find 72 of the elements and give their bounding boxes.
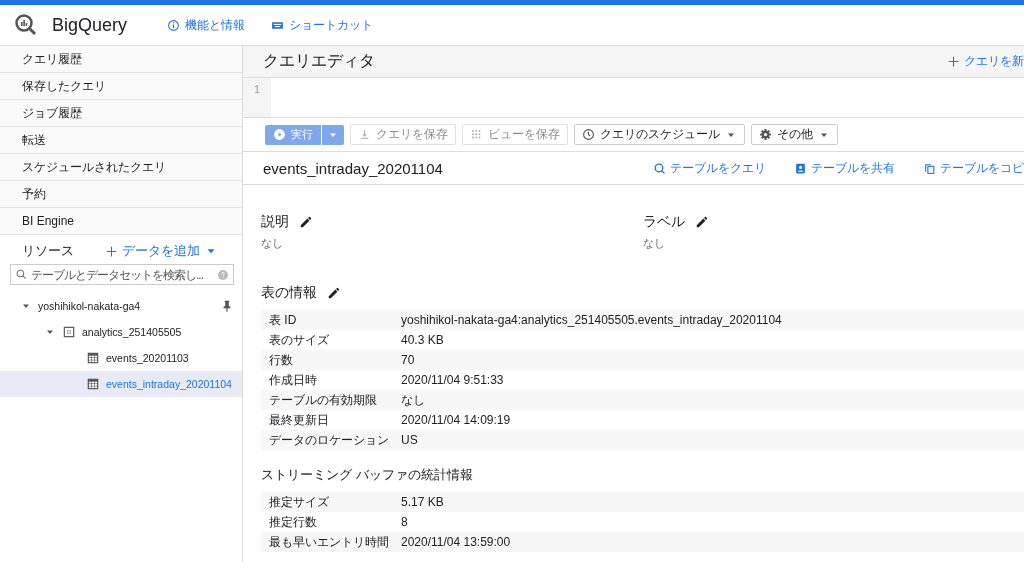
row-label: 最も早いエントリ時間 — [269, 533, 390, 551]
new-query-button[interactable]: クエリを新 — [947, 53, 1024, 70]
row-label: 作成日時 — [269, 371, 318, 389]
row-value: 40.3 KB — [401, 333, 444, 347]
edit-icon — [327, 286, 341, 300]
search-field[interactable]: テーブルとデータセットを検索し... — [10, 264, 234, 285]
bigquery-logo-icon — [14, 13, 38, 37]
row-value: 8 — [401, 515, 408, 529]
section-title: リソース — [22, 242, 74, 260]
row-value: 2020/11/04 9:51:33 — [401, 373, 504, 387]
nav-item[interactable]: クエリ履歴 — [0, 46, 242, 73]
row-label: 最終更新日 — [269, 411, 330, 429]
field-title: 説明 — [261, 213, 289, 231]
nav-item[interactable]: 転送 — [0, 127, 242, 154]
settings-icon — [759, 128, 772, 141]
row-value: なし — [401, 391, 425, 409]
row-value: US — [401, 433, 418, 447]
section-title: ストリーミング バッファの統計情報 — [261, 466, 473, 484]
table-icon — [86, 351, 100, 365]
section-title: 表の情報 — [261, 284, 317, 302]
add-data-button[interactable]: データを追加 — [105, 242, 218, 260]
search-icon — [15, 268, 28, 281]
row-label: 推定行数 — [269, 513, 318, 531]
edit-icon — [694, 215, 709, 229]
field-value: なし — [261, 236, 284, 251]
line-number: 1 — [254, 84, 260, 97]
plus-icon — [947, 55, 960, 68]
nav-item[interactable]: スケジュールされたクエリ — [0, 154, 242, 181]
table-action[interactable]: テーブルをクエリ — [653, 160, 766, 176]
tree-item[interactable]: events_intraday_20201104 — [0, 371, 242, 397]
row-label: 推定サイズ — [269, 493, 330, 511]
person-icon — [794, 161, 807, 175]
clock-icon — [582, 128, 595, 141]
table-action[interactable]: テーブルをコピ — [923, 160, 1024, 176]
field-value: なし — [642, 236, 666, 251]
nav-item[interactable]: BI Engine — [0, 208, 242, 235]
field-title: ラベル — [642, 213, 685, 231]
row-label: 表 ID — [269, 311, 298, 329]
tree-item[interactable]: events_20201103 — [0, 345, 242, 371]
dataset-icon — [62, 325, 76, 339]
row-value: 5.17 KB — [401, 495, 444, 509]
row-label: データのロケーション — [269, 431, 390, 449]
product-name: BigQuery — [52, 14, 128, 36]
editor-title: クエリエディタ — [263, 51, 375, 71]
toolbar-button[interactable]: その他 — [751, 124, 838, 145]
table-icon — [86, 377, 100, 391]
play-icon — [273, 128, 286, 141]
grid-icon — [470, 128, 483, 141]
table-name: events_intraday_20201104 — [263, 159, 444, 177]
row-label: 表のサイズ — [269, 331, 330, 349]
copy-icon — [923, 161, 936, 175]
nav-item[interactable]: ジョブ履歴 — [0, 100, 242, 127]
nav-item[interactable]: 予約 — [0, 181, 242, 208]
info-link[interactable]: 機能と情報 — [167, 16, 246, 34]
tree-item[interactable]: analytics_251405505 — [0, 319, 242, 345]
help-icon — [217, 268, 229, 281]
row-value: 2020/11/04 14:09:19 — [401, 413, 511, 427]
tree-item[interactable]: yoshihikol-nakata-ga4 — [0, 293, 242, 319]
table-action[interactable]: テーブルを共有 — [794, 160, 895, 176]
row-value: yoshihikol-nakata-ga4:analytics_251405505.events_intraday_20201104 — [401, 313, 782, 327]
download-icon — [358, 128, 371, 141]
row-value: 70 — [401, 353, 415, 367]
edit-icon — [299, 215, 313, 229]
shortcut-link[interactable]: ショートカット — [271, 16, 374, 34]
info-icon — [167, 18, 181, 32]
nav-item[interactable]: 保存したクエリ — [0, 73, 242, 100]
row-value: 2020/11/04 13:59:00 — [401, 535, 511, 549]
toolbar-button[interactable]: クエリのスケジュール — [574, 124, 745, 145]
search-icon — [653, 161, 666, 175]
plus-icon — [105, 244, 118, 258]
row-label: テーブルの有効期限 — [269, 391, 378, 409]
row-label: 行数 — [269, 351, 294, 369]
